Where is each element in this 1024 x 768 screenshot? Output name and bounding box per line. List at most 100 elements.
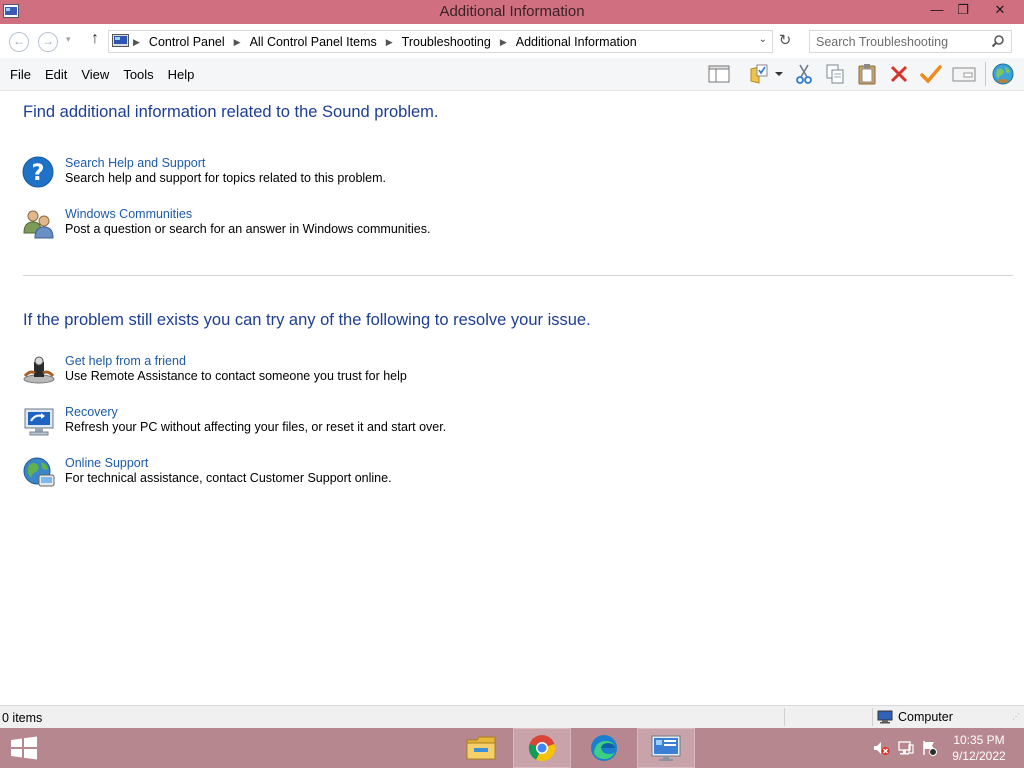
chrome-icon	[528, 735, 556, 762]
action-center-flag-icon[interactable]	[920, 740, 938, 756]
online-support-link[interactable]: Online Support	[65, 456, 148, 470]
back-button[interactable]: ←	[9, 32, 29, 52]
file-explorer-icon	[466, 736, 496, 760]
up-button[interactable]: ↑	[86, 30, 104, 52]
resize-grip-icon[interactable]: ⋰	[1012, 712, 1022, 724]
breadcrumb-troubleshooting[interactable]: Troubleshooting	[402, 35, 491, 50]
computer-icon	[877, 710, 893, 724]
status-location: Computer	[877, 710, 953, 724]
window-title: Additional Information	[439, 3, 585, 20]
globe-button[interactable]	[990, 62, 1016, 86]
delete-button[interactable]	[886, 62, 912, 86]
checkmark-icon	[920, 65, 942, 84]
toolbar-separator	[985, 62, 986, 86]
help-icon: ?	[22, 156, 54, 188]
menu-file[interactable]: File	[3, 67, 38, 82]
globe-icon	[992, 63, 1014, 85]
status-divider	[872, 708, 873, 726]
navigation-bar: ← → ▾ ↑ ▶ Control Panel ▶ All Control Pa…	[0, 24, 1024, 58]
section-heading-resolve-issue: If the problem still exists you can try …	[23, 311, 591, 329]
properties-button[interactable]	[951, 62, 977, 86]
paste-button[interactable]	[854, 62, 880, 86]
taskbar: 10:35 PM 9/12/2022	[0, 728, 1024, 768]
folder-options-icon	[750, 64, 768, 84]
refresh-button[interactable]: ↻	[776, 32, 794, 50]
taskbar-control-panel[interactable]	[637, 728, 695, 768]
control-panel-icon	[112, 34, 129, 47]
menu-view[interactable]: View	[74, 67, 116, 82]
windows-communities-link[interactable]: Windows Communities	[65, 207, 192, 221]
list-item-online-support: Online Support For technical assistance,…	[22, 456, 722, 496]
forward-button[interactable]: →	[38, 32, 58, 52]
menu-toolbar-row: File Edit View Tools Help	[0, 58, 1024, 91]
cut-icon	[796, 64, 812, 84]
paste-icon	[858, 64, 876, 85]
list-item-recovery: Recovery Refresh your PC without affecti…	[22, 405, 722, 445]
section-heading-additional-info: Find additional information related to t…	[23, 103, 439, 121]
clock-date: 9/12/2022	[952, 749, 1006, 763]
search-icon[interactable]	[991, 34, 1005, 48]
network-icon[interactable]	[897, 740, 915, 756]
preview-pane-icon	[708, 65, 730, 83]
taskbar-chrome[interactable]	[513, 728, 571, 768]
recent-locations-button[interactable]: ▾	[66, 34, 71, 45]
svg-text:?: ?	[32, 161, 45, 186]
recovery-icon	[24, 408, 54, 436]
cut-button[interactable]	[791, 62, 817, 86]
communities-icon	[23, 210, 54, 239]
recovery-link[interactable]: Recovery	[65, 405, 118, 419]
item-count: 0 items	[2, 711, 43, 725]
main-content: Find additional information related to t…	[0, 91, 1024, 705]
breadcrumb-additional-information[interactable]: Additional Information	[516, 35, 637, 50]
taskbar-file-explorer[interactable]	[452, 728, 510, 768]
search-box	[809, 30, 1012, 53]
menu-tools[interactable]: Tools	[116, 67, 160, 82]
control-panel-icon	[651, 735, 681, 761]
remote-assistance-icon	[23, 356, 55, 384]
copy-icon	[826, 64, 844, 84]
delete-icon	[890, 65, 908, 83]
address-bar[interactable]: ▶ Control Panel ▶ All Control Panel Item…	[108, 30, 773, 53]
menu-help[interactable]: Help	[161, 67, 202, 82]
start-button[interactable]	[8, 735, 40, 761]
breadcrumb-separator-icon[interactable]: ▶	[386, 35, 393, 50]
online-support-description: For technical assistance, contact Custom…	[65, 471, 392, 485]
volume-muted-icon[interactable]	[872, 740, 890, 756]
list-item-search-help: ? Search Help and Support Search help an…	[22, 156, 722, 196]
breadcrumb-separator-icon[interactable]: ▶	[234, 35, 241, 50]
address-dropdown-icon[interactable]: ⌄	[759, 34, 767, 45]
online-support-icon	[23, 457, 55, 487]
get-help-from-friend-link[interactable]: Get help from a friend	[65, 354, 186, 368]
breadcrumb-all-control-panel-items[interactable]: All Control Panel Items	[250, 35, 377, 50]
folder-options-dropdown-icon[interactable]	[772, 62, 786, 86]
breadcrumb-separator-icon[interactable]: ▶	[133, 35, 140, 50]
list-item-get-help-from-friend: Get help from a friend Use Remote Assist…	[22, 354, 722, 394]
breadcrumb-separator-icon[interactable]: ▶	[500, 35, 507, 50]
clock-time: 10:35 PM	[953, 733, 1005, 747]
breadcrumb-control-panel[interactable]: Control Panel	[149, 35, 225, 50]
title-bar: Additional Information — ❐ ✕	[0, 0, 1024, 24]
taskbar-clock[interactable]: 10:35 PM 9/12/2022	[938, 732, 1020, 764]
edge-icon	[591, 735, 617, 761]
search-help-description: Search help and support for topics relat…	[65, 171, 387, 185]
get-help-from-friend-description: Use Remote Assistance to contact someone…	[65, 369, 407, 383]
close-button[interactable]: ✕	[984, 0, 1016, 22]
search-help-link[interactable]: Search Help and Support	[65, 156, 205, 170]
checkmark-button[interactable]	[918, 62, 944, 86]
taskbar-edge[interactable]	[575, 728, 633, 768]
breadcrumb: ▶ Control Panel ▶ All Control Panel Item…	[133, 35, 637, 50]
properties-icon	[952, 67, 976, 82]
menu-edit[interactable]: Edit	[38, 67, 74, 82]
copy-button[interactable]	[822, 62, 848, 86]
menu-bar: File Edit View Tools Help	[3, 67, 201, 82]
status-bar: 0 items Computer ⋰	[0, 705, 1024, 728]
status-divider	[784, 708, 785, 726]
recovery-description: Refresh your PC without affecting your f…	[65, 420, 447, 434]
section-divider	[23, 275, 1013, 276]
status-location-label: Computer	[898, 710, 953, 724]
list-item-windows-communities: Windows Communities Post a question or s…	[22, 207, 722, 247]
preview-pane-button[interactable]	[706, 62, 732, 86]
maximize-button[interactable]: ❐	[948, 0, 978, 22]
search-input[interactable]	[816, 32, 986, 52]
windows-communities-description: Post a question or search for an answer …	[65, 222, 431, 236]
